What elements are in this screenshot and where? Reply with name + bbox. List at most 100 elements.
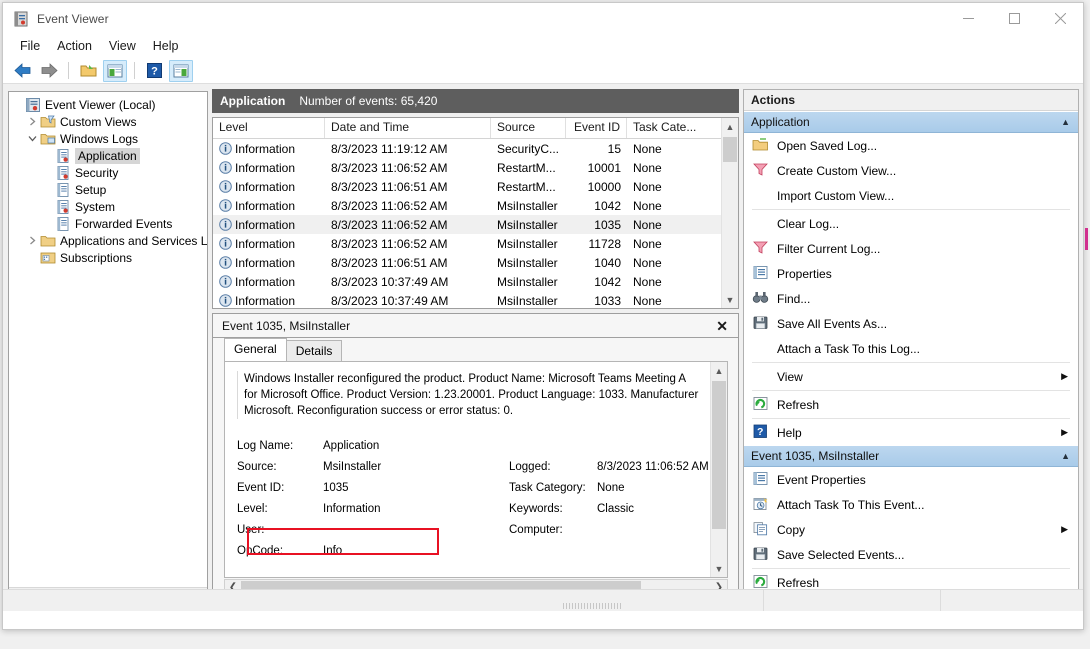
tree-item-windows-logs[interactable]: Windows Logs (9, 130, 207, 147)
tree-item-label: Application (75, 147, 140, 164)
window-title: Event Viewer (37, 11, 109, 26)
table-row[interactable]: Information 8/3/2023 11:06:52 AM RestartM.… (213, 158, 738, 177)
action-item-label: Filter Current Log... (777, 241, 881, 256)
console-tree-button[interactable] (103, 59, 127, 82)
event-id-cell: 15 (607, 141, 621, 156)
action-item-refresh[interactable]: Refresh (744, 392, 1078, 417)
action-item-open-saved-log[interactable]: Open Saved Log... (744, 133, 1078, 158)
scroll-up-icon[interactable]: ▲ (722, 118, 738, 135)
menu-help[interactable]: Help (145, 37, 187, 55)
detail-field-key: Level: (237, 502, 268, 515)
event-datetime-cell: 8/3/2023 10:37:49 AM (331, 274, 449, 289)
event-detail-vertical-scrollbar[interactable]: ▲ ▼ (710, 362, 727, 577)
column-header-datetime[interactable]: Date and Time (325, 118, 491, 138)
event-id-cell: 1035 (594, 217, 621, 232)
table-row[interactable]: Information 8/3/2023 11:06:52 AM MsiInstal… (213, 215, 738, 234)
detail-scroll-up-icon[interactable]: ▲ (711, 362, 727, 379)
tree-item-security[interactable]: Security (9, 164, 207, 181)
event-list-vertical-scrollbar[interactable]: ▲ ▼ (721, 118, 738, 308)
chevron-down-icon[interactable] (24, 134, 40, 143)
tree-item-event-viewer-local[interactable]: Event Viewer (Local) (9, 96, 207, 113)
close-icon[interactable]: ✕ (712, 317, 732, 335)
action-item-copy[interactable]: Copy ▶ (744, 517, 1078, 542)
action-item-save-all-events-as[interactable]: Save All Events As... (744, 311, 1078, 336)
chevron-up-icon[interactable]: ▲ (1061, 117, 1070, 127)
submenu-arrow-icon[interactable]: ▶ (1061, 371, 1068, 382)
chevron-right-icon[interactable] (24, 236, 40, 245)
action-item-clear-log[interactable]: Clear Log... (744, 211, 1078, 236)
tree-item-subscriptions[interactable]: Subscriptions (9, 249, 207, 266)
close-button[interactable] (1037, 3, 1083, 34)
tree-item-custom-views[interactable]: Custom Views (9, 113, 207, 130)
detail-field-row: Computer: (509, 519, 719, 540)
log-application-icon (55, 148, 71, 164)
tree-item-system[interactable]: System (9, 198, 207, 215)
actions-group-header[interactable]: Event 1035, MsiInstaller ▲ (744, 445, 1078, 467)
help-button[interactable]: ? (142, 60, 166, 82)
event-list-scroll-thumb[interactable] (723, 137, 737, 162)
chevron-right-icon[interactable] (24, 117, 40, 126)
menu-action[interactable]: Action (49, 37, 100, 55)
action-item-filter-current-log[interactable]: Filter Current Log... (744, 236, 1078, 261)
table-row[interactable]: Information 8/3/2023 11:19:12 AM SecurityC… (213, 139, 738, 158)
column-header-level[interactable]: Level (213, 118, 325, 138)
actions-group-header[interactable]: Application ▲ (744, 111, 1078, 133)
table-row[interactable]: Information 8/3/2023 11:06:51 AM MsiInstal… (213, 253, 738, 272)
tree-item-setup[interactable]: Setup (9, 181, 207, 198)
event-viewer-app: Event Viewer File Action View Help ? Eve… (0, 0, 1090, 649)
log-setup-icon (55, 182, 71, 198)
table-row[interactable]: Information 8/3/2023 10:37:49 AM MsiInstal… (213, 291, 738, 308)
action-item-find[interactable]: Find... (744, 286, 1078, 311)
action-item-attach-a-task-to-this-log[interactable]: Attach a Task To this Log... (744, 336, 1078, 361)
maximize-button[interactable] (991, 3, 1037, 34)
table-row[interactable]: Information 8/3/2023 11:06:52 AM MsiInstal… (213, 196, 738, 215)
find-binoculars-icon (752, 290, 769, 307)
table-row[interactable]: Information 8/3/2023 11:06:52 AM MsiInstal… (213, 234, 738, 253)
table-row[interactable]: Information 8/3/2023 11:06:51 AM RestartM.… (213, 177, 738, 196)
status-cell-3 (941, 590, 1083, 611)
back-button[interactable] (10, 60, 34, 82)
tab-details[interactable]: Details (285, 340, 343, 361)
action-item-properties[interactable]: Properties (744, 261, 1078, 286)
menu-view[interactable]: View (101, 37, 144, 55)
detail-field-row: OpCode: Info (237, 540, 487, 561)
action-item-event-properties[interactable]: Event Properties (744, 467, 1078, 492)
table-row[interactable]: Information 8/3/2023 10:37:49 AM MsiInstal… (213, 272, 738, 291)
information-icon (219, 237, 232, 250)
column-header-eventid[interactable]: Event ID (566, 118, 627, 138)
chevron-up-icon[interactable]: ▲ (1061, 451, 1070, 461)
forward-button[interactable] (37, 60, 61, 82)
detail-scroll-down-icon[interactable]: ▼ (711, 560, 727, 577)
toolbar-separator (68, 62, 69, 79)
open-folder-button[interactable] (76, 60, 100, 82)
information-icon (219, 275, 232, 288)
detail-scroll-thumb[interactable] (712, 381, 726, 529)
action-item-view[interactable]: View ▶ (744, 364, 1078, 389)
event-datetime-cell: 8/3/2023 11:06:52 AM (331, 160, 448, 175)
tree-item-forwarded-events[interactable]: Forwarded Events (9, 215, 207, 232)
minimize-button[interactable] (945, 3, 991, 34)
action-item-save-selected-events[interactable]: Save Selected Events... (744, 542, 1078, 567)
refresh-icon (752, 396, 769, 413)
action-item-attach-task-to-this-event[interactable]: Attach Task To This Event... (744, 492, 1078, 517)
action-pane-button[interactable] (169, 59, 193, 82)
action-item-create-custom-view[interactable]: Create Custom View... (744, 158, 1078, 183)
submenu-arrow-icon[interactable]: ▶ (1061, 524, 1068, 535)
tree-item-applications-and-services-lo[interactable]: Applications and Services Lo (9, 232, 207, 249)
submenu-arrow-icon[interactable]: ▶ (1061, 427, 1068, 438)
action-item-import-custom-view[interactable]: Import Custom View... (744, 183, 1078, 208)
action-item-label: Save Selected Events... (777, 547, 905, 562)
detail-field-value: 1035 (323, 481, 349, 494)
menu-file[interactable]: File (12, 37, 48, 55)
event-id-cell: 1033 (594, 293, 621, 308)
scroll-down-icon[interactable]: ▼ (722, 291, 738, 308)
tab-general[interactable]: General (224, 338, 287, 361)
action-separator (752, 209, 1070, 210)
log-forwarded-icon (55, 216, 71, 232)
save-disk-icon (752, 315, 769, 332)
column-header-taskcategory[interactable]: Task Cate... (627, 118, 705, 138)
event-level-cell: Information (213, 199, 325, 213)
column-header-source[interactable]: Source (491, 118, 566, 138)
action-item-help[interactable]: ? Help ▶ (744, 420, 1078, 445)
tree-item-application[interactable]: Application (9, 147, 207, 164)
